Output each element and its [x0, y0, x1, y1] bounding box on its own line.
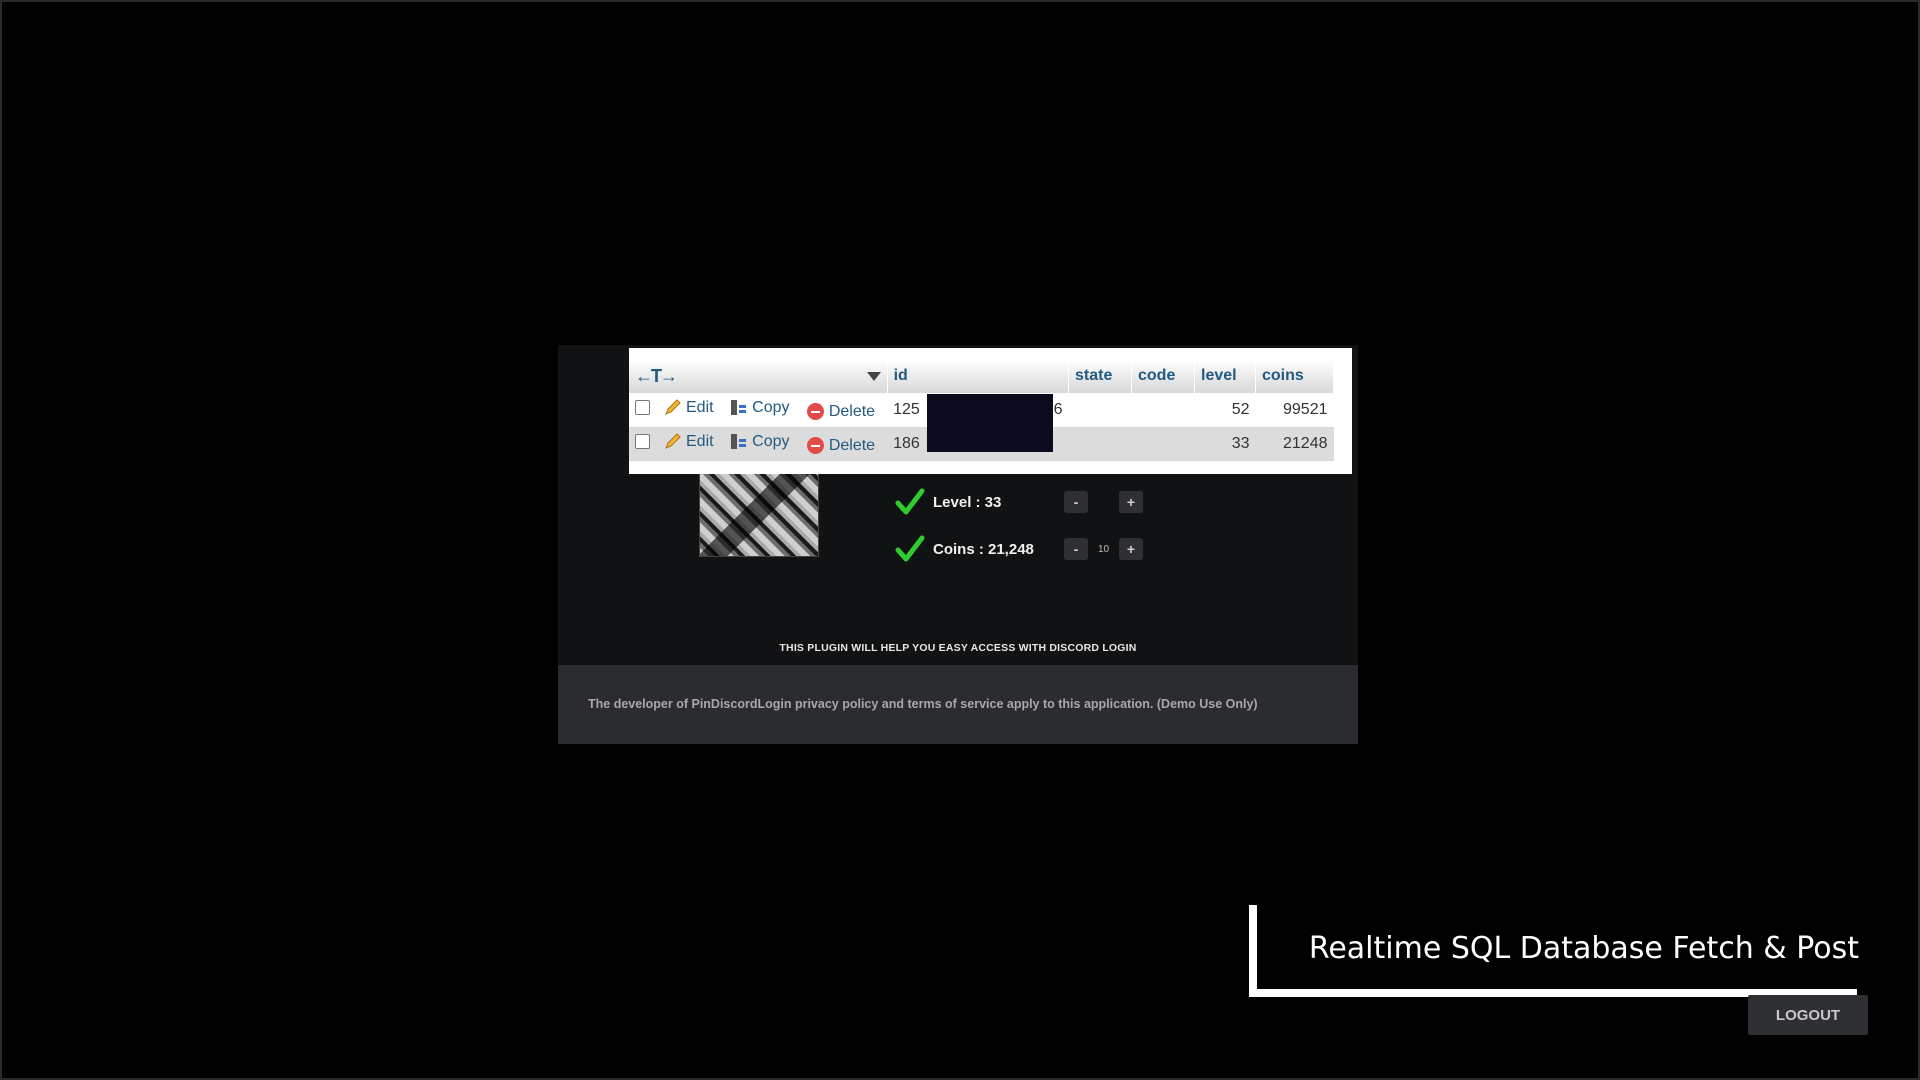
edit-button[interactable]: Edit: [664, 399, 714, 417]
column-arrows-icon[interactable]: ←T→: [635, 366, 678, 386]
redaction-block: [927, 394, 1053, 452]
sql-table-panel: ←T→ id state code level coins Edit Copy …: [629, 348, 1352, 474]
check-icon: [895, 488, 925, 515]
delete-icon: [806, 403, 824, 420]
level-cell: 52: [1231, 401, 1250, 418]
delete-cell: Delete: [800, 427, 888, 461]
level-label: Level : 33: [933, 493, 1002, 511]
edit-cell: Edit: [658, 393, 724, 427]
delete-cell: Delete: [801, 393, 887, 427]
level-decrement-button[interactable]: -: [1064, 491, 1088, 513]
level-controls: - +: [1064, 491, 1143, 513]
caption-title: Realtime SQL Database Fetch & Post: [1308, 931, 1859, 966]
logout-button[interactable]: LOGOUT: [1748, 995, 1868, 1035]
copy-icon: [731, 434, 747, 450]
row-checkbox[interactable]: [635, 434, 650, 449]
id-start: 125: [893, 401, 920, 418]
copy-cell: Copy: [724, 427, 801, 461]
level-cell: 33: [1194, 427, 1256, 461]
state-cell: [1068, 427, 1132, 461]
delete-label: Delete: [828, 402, 876, 420]
code-cell: [1131, 427, 1195, 461]
table-header-row: ←T→ id state code level coins: [629, 359, 1334, 393]
footer-text: The developer of PinDiscordLogin privacy…: [588, 697, 1258, 711]
edit-label: Edit: [686, 432, 714, 450]
plugin-tagline: THIS PLUGIN WILL HELP YOU EASY ACCESS WI…: [779, 642, 1137, 654]
copy-button[interactable]: Copy: [730, 398, 790, 417]
header-code[interactable]: code: [1131, 359, 1195, 393]
coins-increment-button[interactable]: +: [1119, 538, 1143, 560]
edit-cell: Edit: [658, 427, 725, 461]
copy-button[interactable]: Copy: [730, 432, 790, 451]
id-start: 186: [893, 435, 920, 452]
edit-label: Edit: [686, 398, 714, 416]
header-state[interactable]: state: [1068, 359, 1132, 393]
column-arrows-cell: ←T→: [629, 359, 888, 393]
level-increment-button[interactable]: +: [1119, 491, 1143, 513]
pencil-icon: [665, 433, 681, 450]
row-checkbox-cell: [629, 427, 658, 461]
sort-icon[interactable]: [866, 371, 881, 381]
delete-button[interactable]: Delete: [806, 436, 876, 455]
delete-label: Delete: [828, 436, 876, 454]
state-cell: [1069, 393, 1132, 427]
pencil-icon: [665, 399, 681, 416]
header-level[interactable]: level: [1194, 359, 1256, 393]
coins-controls: - 10 +: [1064, 538, 1143, 560]
level-stat: Level : 33: [895, 487, 1001, 517]
caption-box: Realtime SQL Database Fetch & Post: [1249, 905, 1859, 997]
row-checkbox[interactable]: [635, 400, 650, 415]
header-coins[interactable]: coins: [1255, 359, 1334, 393]
copy-cell: Copy: [724, 393, 801, 427]
delete-icon: [806, 437, 824, 454]
coins-cell: 21248: [1255, 427, 1334, 461]
card-footer: The developer of PinDiscordLogin privacy…: [558, 665, 1358, 744]
coins-cell: 99521: [1283, 401, 1328, 418]
copy-label: Copy: [752, 432, 790, 450]
coins-stat: Coins : 21,248: [895, 534, 1034, 564]
coins-step-value[interactable]: 10: [1088, 544, 1119, 555]
check-icon: [895, 535, 925, 562]
delete-button[interactable]: Delete: [806, 402, 876, 421]
header-id[interactable]: id: [887, 359, 1070, 393]
avatar: [699, 473, 819, 557]
edit-button[interactable]: Edit: [664, 433, 714, 451]
copy-icon: [731, 400, 747, 416]
coins-decrement-button[interactable]: -: [1064, 538, 1088, 560]
row-checkbox-cell: [629, 393, 658, 427]
coins-label: Coins : 21,248: [933, 540, 1034, 558]
code-cell: [1132, 393, 1195, 427]
copy-label: Copy: [752, 398, 790, 416]
